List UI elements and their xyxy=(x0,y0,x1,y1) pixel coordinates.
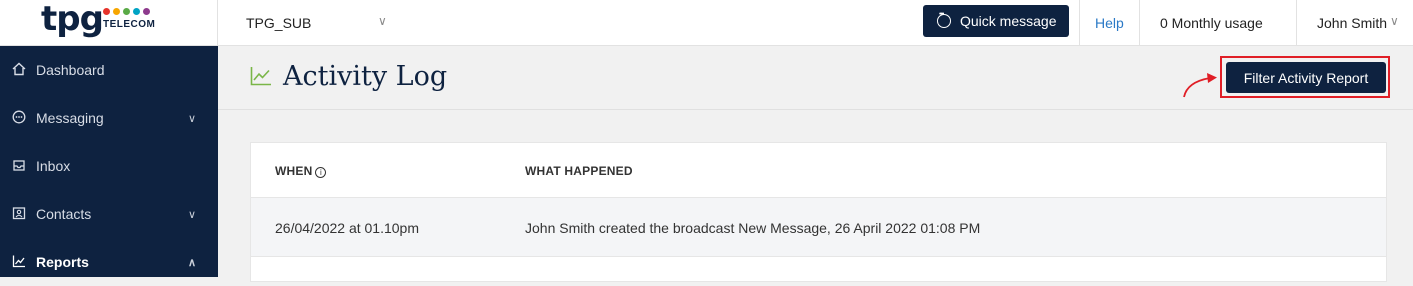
arrow-annotation-icon xyxy=(1180,68,1222,105)
chevron-up-icon: ∧ xyxy=(188,256,197,269)
inbox-icon xyxy=(11,158,27,175)
chevron-down-icon: ∨ xyxy=(188,112,197,125)
sidebar-item-contacts[interactable]: Contacts ∨ xyxy=(0,190,218,238)
chat-bubble-icon xyxy=(937,11,951,28)
filter-activity-report-button[interactable]: Filter Activity Report xyxy=(1226,62,1386,93)
monthly-usage[interactable]: 0 Monthly usage xyxy=(1160,15,1263,31)
column-header-when[interactable]: WHEN i xyxy=(275,164,327,178)
logo-dots xyxy=(103,8,150,15)
cell-what-happened: John Smith created the broadcast New Mes… xyxy=(525,220,981,236)
sidebar-item-label: Contacts xyxy=(36,206,92,222)
page-header: Activity Log Filter Activity Report xyxy=(218,46,1413,110)
sidebar-item-label: Reports xyxy=(36,254,89,270)
sidebar-item-label: Inbox xyxy=(36,158,71,174)
divider xyxy=(1079,0,1080,46)
chevron-down-icon[interactable]: ∨ xyxy=(378,14,387,28)
top-bar: tpg TELECOM TPG_SUB ∨ Quick message Help… xyxy=(0,0,1413,46)
activity-table: WHEN i WHAT HAPPENED 26/04/2022 at 01.10p… xyxy=(250,142,1387,282)
sidebar-item-dashboard[interactable]: Dashboard xyxy=(0,46,218,94)
logo-text: tpg xyxy=(41,0,104,39)
help-link[interactable]: Help xyxy=(1095,15,1124,31)
quick-message-button[interactable]: Quick message xyxy=(923,5,1069,37)
chevron-down-icon[interactable]: ∨ xyxy=(1390,14,1399,28)
sidebar-item-label: Dashboard xyxy=(36,62,105,78)
home-icon xyxy=(11,62,27,79)
logo-subtext: TELECOM xyxy=(103,19,156,30)
divider xyxy=(1296,0,1297,46)
main-content: WHEN i WHAT HAPPENED 26/04/2022 at 01.10p… xyxy=(218,110,1413,282)
divider xyxy=(1139,0,1140,46)
sidebar-item-reports[interactable]: Reports ∧ xyxy=(0,238,218,286)
user-menu[interactable]: John Smith xyxy=(1317,15,1387,31)
info-icon[interactable]: i xyxy=(315,167,327,178)
sidebar-item-label: Messaging xyxy=(36,110,104,126)
column-header-what-happened: WHAT HAPPENED xyxy=(525,164,633,178)
chat-icon xyxy=(11,110,27,127)
quick-message-label: Quick message xyxy=(960,13,1057,29)
line-chart-icon xyxy=(250,66,272,91)
account-selector[interactable]: TPG_SUB xyxy=(246,15,311,31)
chart-icon xyxy=(11,254,27,271)
sidebar-item-inbox[interactable]: Inbox xyxy=(0,142,218,190)
sidebar: Dashboard Messaging ∨ Inbox Contacts ∨ R… xyxy=(0,46,218,277)
contacts-icon xyxy=(11,206,27,223)
sidebar-item-messaging[interactable]: Messaging ∨ xyxy=(0,94,218,142)
cell-when: 26/04/2022 at 01.10pm xyxy=(275,220,420,236)
page-title: Activity Log xyxy=(283,61,448,92)
chevron-down-icon: ∨ xyxy=(188,208,197,221)
logo[interactable]: tpg TELECOM xyxy=(0,0,218,46)
table-row[interactable]: 26/04/2022 at 01.10pm John Smith created… xyxy=(251,197,1386,257)
